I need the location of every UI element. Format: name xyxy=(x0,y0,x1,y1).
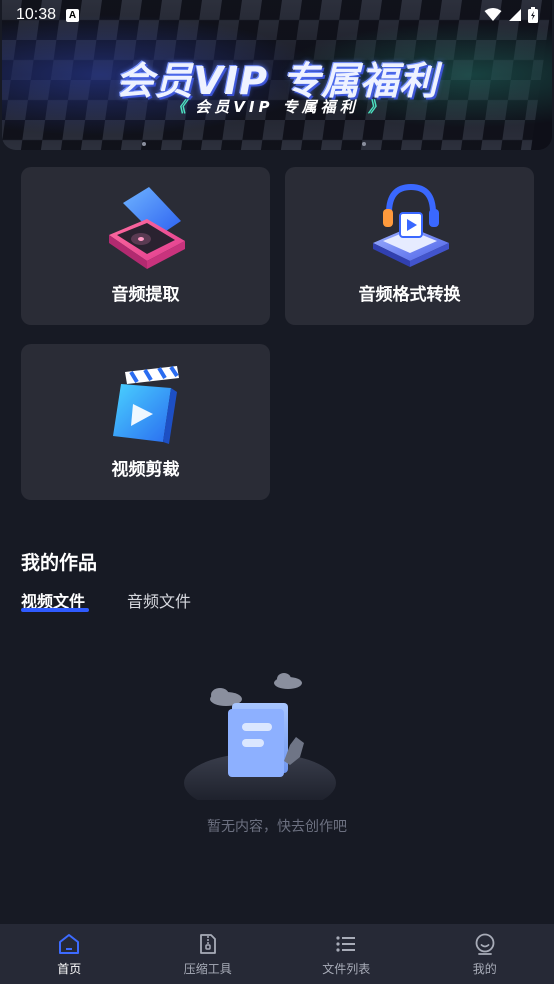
active-tab-underline xyxy=(21,608,89,612)
empty-state-text: 暂无内容，快去创作吧 xyxy=(207,819,347,835)
nav-profile[interactable]: 我的 xyxy=(416,924,554,984)
nav-home[interactable]: 首页 xyxy=(0,924,139,984)
audio-extract-card[interactable]: 音频提取 xyxy=(21,167,270,325)
status-bar: 10:38 A xyxy=(0,0,554,30)
audio-extract-label: 音频提取 xyxy=(111,285,180,305)
banner-indicator-dot xyxy=(362,142,366,146)
banner-subtitle: 《 会员VIP 专属福利 》 xyxy=(2,96,552,117)
nav-compress-label: 压缩工具 xyxy=(183,961,232,976)
nav-home-label: 首页 xyxy=(57,961,82,976)
banner-sub-right: 》 xyxy=(367,98,383,116)
audio-extract-icon xyxy=(108,187,185,269)
empty-state-illustration xyxy=(184,673,336,800)
audio-convert-label: 音频格式转换 xyxy=(358,285,461,305)
notification-icon: A xyxy=(66,8,80,22)
wifi-icon xyxy=(484,8,502,21)
banner-sub-left: 《 xyxy=(171,98,187,116)
home-icon xyxy=(59,933,80,954)
nav-file-list[interactable]: 文件列表 xyxy=(277,924,416,984)
audio-convert-icon xyxy=(372,183,449,267)
compress-icon xyxy=(199,933,216,954)
banner-indicator-dot xyxy=(142,142,146,146)
banner-sub-text: 会员VIP 专属福利 xyxy=(195,98,359,116)
status-time: 10:38 xyxy=(16,6,57,23)
audio-convert-card[interactable]: 音频格式转换 xyxy=(285,167,534,325)
nav-compress-tools[interactable]: 压缩工具 xyxy=(139,924,278,984)
signal-icon xyxy=(509,9,521,21)
profile-icon xyxy=(475,933,495,955)
video-crop-label: 视频剪裁 xyxy=(111,460,180,480)
video-crop-card[interactable]: 视频剪裁 xyxy=(21,344,270,500)
nav-file-list-label: 文件列表 xyxy=(322,961,371,976)
tab-audio-files[interactable]: 音频文件 xyxy=(127,588,191,612)
nav-profile-label: 我的 xyxy=(472,961,497,976)
battery-icon xyxy=(528,7,538,23)
video-crop-icon xyxy=(112,365,179,444)
my-works-title: 我的作品 xyxy=(21,552,98,574)
list-icon xyxy=(336,935,356,952)
bottom-navigation: 首页 压缩工具 文件列表 我的 xyxy=(0,924,554,984)
